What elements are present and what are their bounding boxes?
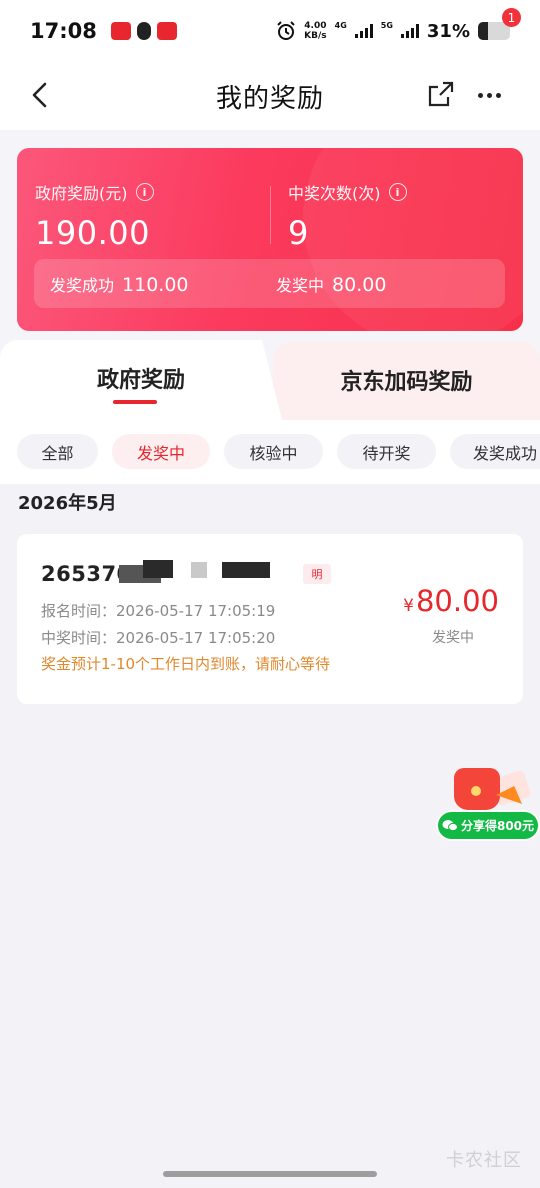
signup-time: 报名时间：2026-05-17 17:05:19	[41, 602, 276, 620]
payout-pending-value: 80.00	[332, 273, 387, 296]
info-icon[interactable]: i	[135, 183, 154, 201]
share-label: 分享得800元	[460, 819, 535, 833]
redaction-block	[191, 562, 207, 578]
network-speed: 4.00 KB/s	[304, 21, 326, 41]
tab-gov-reward[interactable]: 政府奖励	[0, 340, 282, 420]
notification-app-icon	[110, 22, 131, 40]
month-header: 2026年5月	[18, 493, 117, 514]
status-bar: 17:08 4.00 KB/s 4G 5G 31%	[0, 0, 540, 62]
watermark: 卡农社区	[446, 1150, 522, 1171]
redaction-block	[222, 562, 270, 578]
filter-verifying[interactable]: 核验中	[224, 434, 323, 469]
status-app-icons	[110, 22, 177, 40]
tab-active-indicator	[113, 400, 157, 404]
filter-all[interactable]: 全部	[17, 434, 98, 469]
qq-icon	[136, 22, 151, 40]
alarm-icon	[277, 21, 295, 40]
nav-header: 我的奖励	[0, 62, 540, 130]
tab-label: 政府奖励	[96, 368, 185, 393]
net-type-5g: 5G	[380, 20, 393, 30]
record-amount: ¥ 80.00	[403, 584, 499, 618]
home-indicator[interactable]	[163, 1171, 377, 1177]
win-time: 中奖时间：2026-05-17 17:05:20	[41, 629, 276, 647]
win-count-value: 9	[288, 214, 309, 252]
info-icon[interactable]: i	[388, 183, 407, 201]
battery-percent: 31%	[426, 20, 470, 42]
payout-pending: 发奖中 80.00	[276, 272, 386, 296]
redaction-block	[143, 560, 173, 578]
payout-breakdown: 发奖成功 110.00 发奖中 80.00	[34, 259, 505, 308]
tab-label: 京东加码奖励	[340, 370, 473, 395]
share-reward-widget[interactable]: 分享得800元	[436, 766, 540, 844]
share-icon[interactable]	[426, 79, 456, 109]
filter-paying[interactable]: 发奖中	[112, 434, 210, 469]
payout-pending-label: 发奖中	[276, 275, 325, 295]
tab-jd-bonus[interactable]: 京东加码奖励	[273, 342, 540, 420]
reward-record-card[interactable]: 265370 明 报名时间：2026-05-17 17:05:19 中奖时间：2…	[17, 534, 523, 704]
more-badge: 1	[502, 8, 521, 27]
gov-reward-value: 190.00	[35, 214, 150, 252]
amount-value: 80.00	[415, 584, 499, 618]
gov-reward-stat: 政府奖励(元) i 190.00	[35, 180, 154, 252]
more-icon[interactable]	[478, 82, 512, 108]
win-count-label: 中奖次数(次)	[288, 184, 381, 203]
wechat-icon	[442, 820, 458, 832]
status-right: 4.00 KB/s 4G 5G 31%	[276, 21, 510, 42]
gov-reward-label: 政府奖励(元)	[35, 184, 128, 203]
payout-success-label: 发奖成功	[50, 275, 115, 295]
filter-paid[interactable]: 发奖成功	[450, 434, 540, 469]
status-filters: 全部 发奖中 核验中 待开奖 发奖成功	[0, 420, 540, 484]
reward-tabs: 京东加码奖励 政府奖励	[0, 340, 540, 420]
net-type-4g: 4G	[334, 20, 347, 30]
reward-summary-card: 政府奖励(元) i 190.00 中奖次数(次) i 9 发奖成功 110.00…	[17, 148, 523, 331]
status-time: 17:08	[30, 19, 97, 43]
currency-symbol: ¥	[403, 596, 414, 616]
back-arrow-icon[interactable]	[26, 80, 56, 110]
page-title: 我的奖励	[215, 83, 324, 114]
signal-icon	[354, 24, 373, 38]
rule-tag: 明	[303, 564, 331, 584]
speed-value: 4.00	[304, 21, 327, 31]
filter-pending-draw[interactable]: 待开奖	[337, 434, 436, 469]
red-packet-icon	[454, 768, 500, 810]
share-button[interactable]: 分享得800元	[436, 810, 540, 841]
win-count-stat: 中奖次数(次) i 9	[288, 180, 407, 252]
payout-success-value: 110.00	[122, 273, 189, 296]
payout-note: 奖金预计1-10个工作日内到账，请耐心等待	[41, 655, 331, 673]
payout-success: 发奖成功 110.00	[50, 272, 189, 296]
divider	[270, 186, 271, 244]
record-status: 发奖中	[432, 630, 474, 646]
speed-unit: KB/s	[304, 31, 327, 41]
signal-icon	[400, 24, 419, 38]
notification-app-icon	[156, 22, 177, 40]
